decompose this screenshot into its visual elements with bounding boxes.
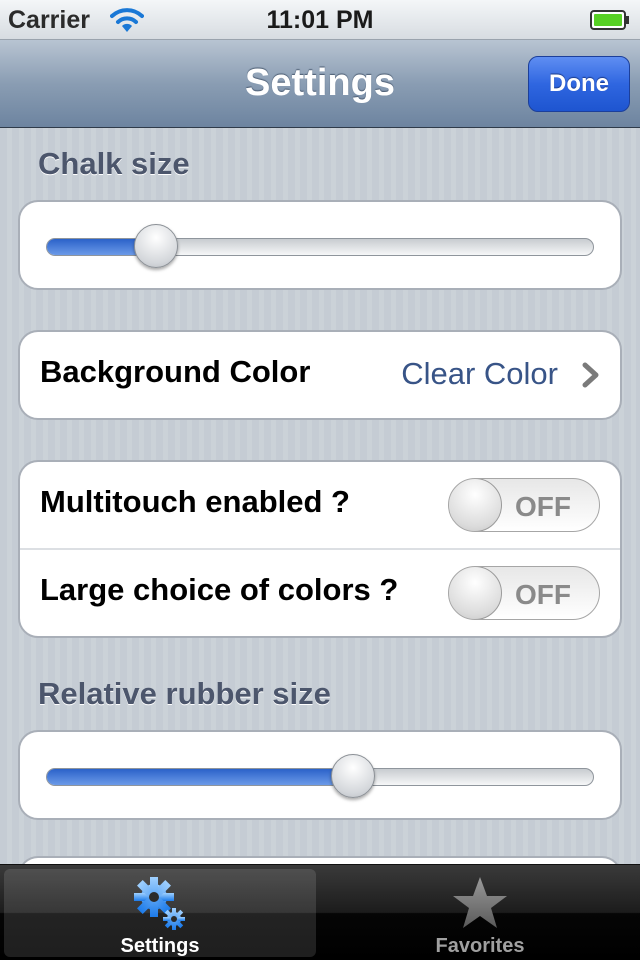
clock-label: 11:01 PM [266, 6, 374, 34]
multitouch-switch-knob [449, 479, 502, 531]
chalk-size-slider[interactable] [46, 238, 594, 256]
multitouch-label: Multitouch enabled ? [40, 484, 350, 519]
navigation-bar: Settings Done [0, 40, 640, 128]
background-color-label: Background Color [40, 354, 311, 389]
status-bar: Carrier 11:01 PM [0, 0, 640, 40]
rubber-size-slider-fill [47, 769, 354, 785]
tab-favorites[interactable]: Favorites [324, 869, 636, 957]
large-colors-switch-state: OFF [515, 579, 571, 610]
tab-settings-label: Settings [120, 935, 200, 957]
rubber-size-group [18, 730, 622, 820]
chalk-size-group [18, 200, 622, 290]
tab-settings[interactable]: Settings [4, 869, 316, 957]
rubber-size-slider-thumb[interactable] [330, 754, 375, 798]
chalk-size-slider-thumb[interactable] [133, 224, 178, 268]
chevron-right-icon [582, 362, 599, 388]
star-icon [453, 877, 507, 928]
gears-icon [134, 877, 185, 930]
tab-favorites-label: Favorites [435, 935, 525, 957]
background-color-group: Background Color Clear Color [18, 330, 622, 420]
background-color-cell[interactable]: Background Color Clear Color [20, 332, 620, 418]
toggles-group: Multitouch enabled ? OFF Large choice of… [18, 460, 622, 638]
large-colors-cell: Large choice of colors ? OFF [20, 550, 620, 636]
rubber-size-slider[interactable] [46, 768, 594, 786]
done-button[interactable]: Done [528, 56, 630, 112]
large-colors-switch[interactable]: OFF [448, 566, 600, 620]
large-colors-label: Large choice of colors ? [40, 572, 399, 607]
multitouch-cell: Multitouch enabled ? OFF [20, 462, 620, 548]
background-color-value: Clear Color [401, 356, 558, 391]
chalk-size-label: Chalk size [38, 146, 190, 181]
rubber-size-label: Relative rubber size [38, 676, 331, 711]
battery-icon [590, 10, 629, 30]
multitouch-switch[interactable]: OFF [448, 478, 600, 532]
large-colors-switch-knob [449, 567, 502, 619]
multitouch-switch-state: OFF [515, 491, 571, 522]
tab-bar: Settings Favorites [0, 864, 640, 960]
